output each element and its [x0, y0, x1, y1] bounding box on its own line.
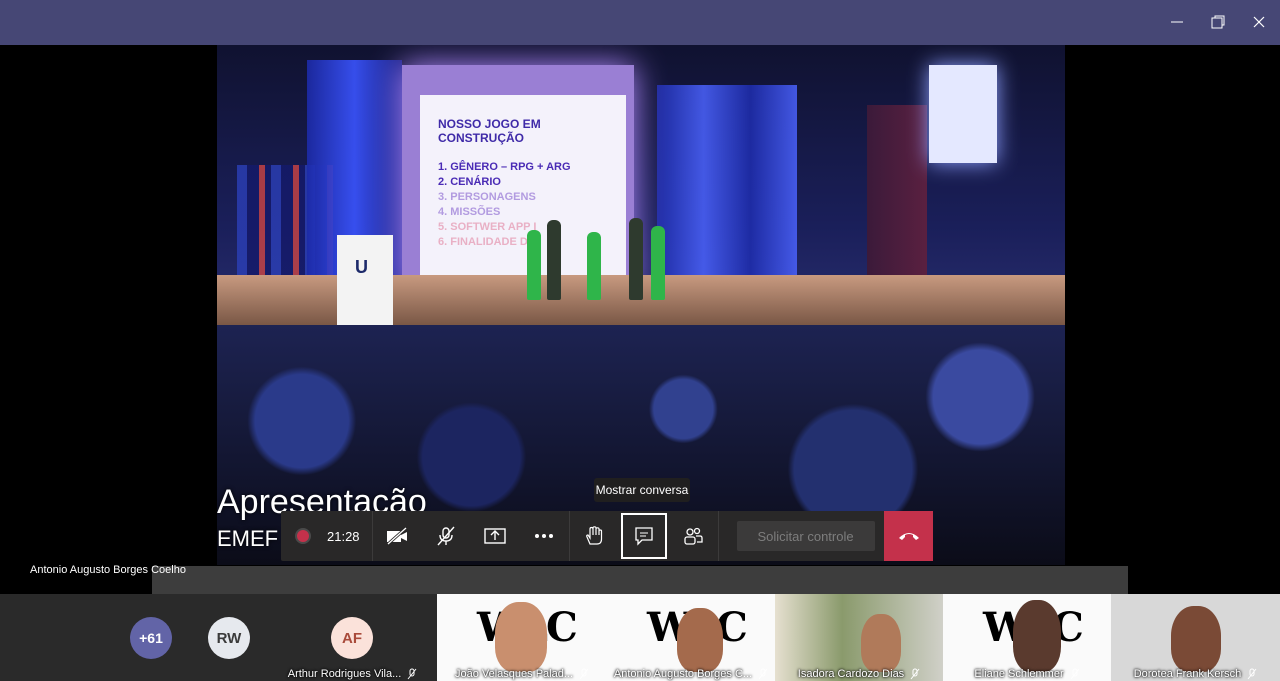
recording-icon	[295, 528, 311, 544]
participant-video	[677, 608, 723, 672]
participant-tile[interactable]: WLC Antonio Augusto Borges C...	[607, 594, 775, 681]
hang-up-icon	[898, 533, 919, 540]
podium-logo: U	[355, 257, 368, 277]
presenters-group	[517, 205, 687, 300]
participant-name: Dorotea Frank Kersch	[1111, 668, 1280, 680]
mic-off-icon	[910, 668, 920, 680]
title-bar	[0, 0, 1280, 45]
participant-name: Eliane Schlemmer	[943, 668, 1111, 680]
mic-off-icon	[579, 668, 589, 680]
participant-tile[interactable]: WLC João Velasques Palad...	[437, 594, 607, 681]
mic-off-icon	[1247, 668, 1257, 680]
close-icon[interactable]	[1244, 8, 1274, 36]
avatar: AF	[331, 617, 373, 659]
hang-up-button[interactable]	[884, 511, 933, 561]
participant-name: Arthur Rodrigues Vila...	[268, 668, 437, 680]
participant-video	[1171, 606, 1221, 672]
mic-off-icon	[758, 668, 768, 680]
raise-hand-button[interactable]	[570, 511, 619, 561]
participants-strip: +61 RW AF Arthur Rodrigues Vila... WLC J…	[0, 594, 1280, 681]
request-control-button[interactable]: Solicitar controle	[736, 521, 875, 551]
camera-off-button[interactable]	[373, 511, 422, 561]
restore-icon[interactable]	[1203, 8, 1233, 36]
raise-hand-icon	[586, 526, 603, 545]
more-icon	[535, 534, 554, 538]
slide-item: 2. CENÁRIO	[438, 176, 501, 188]
participants-icon	[684, 527, 703, 545]
video-strip-bar	[152, 566, 1128, 594]
participant-video	[495, 602, 547, 672]
meeting-toolbar: 21:28 Solicitar controle	[281, 511, 933, 561]
podium: U	[337, 235, 393, 327]
recording-timer: 21:28	[281, 511, 373, 561]
minimize-icon[interactable]	[1162, 8, 1192, 36]
side-screen	[929, 65, 997, 163]
participant-tile[interactable]: AF Arthur Rodrigues Vila...	[268, 594, 437, 681]
participant-name: Isadora Cardozo Dias	[775, 668, 943, 680]
slide-item: 1. GÊNERO – RPG + ARG	[438, 161, 571, 173]
more-options-button[interactable]	[520, 511, 569, 561]
presenter-name: Antonio Augusto Borges Coelho	[30, 564, 186, 576]
chat-tooltip: Mostrar conversa	[594, 478, 690, 502]
share-screen-icon	[484, 528, 506, 544]
meeting-stage: NOSSO JOGO EM CONSTRUÇÃO 1. GÊNERO – RPG…	[0, 45, 1280, 594]
curtain-right	[867, 105, 927, 275]
overflow-count[interactable]: +61	[130, 617, 172, 659]
mic-off-icon	[437, 526, 455, 546]
participant-tile[interactable]: WLC Eliane Schlemmer	[943, 594, 1111, 681]
participant-video	[1013, 600, 1061, 672]
slide-title: NOSSO JOGO EM CONSTRUÇÃO	[438, 117, 541, 145]
chat-icon	[634, 527, 653, 546]
mic-off-icon	[1070, 668, 1080, 680]
toolbar-divider	[717, 511, 719, 561]
caption-subtitle: EMEF	[217, 526, 279, 551]
avatar-group: +61 RW	[0, 594, 268, 681]
participant-name: João Velasques Palad...	[437, 668, 607, 680]
show-chat-button[interactable]	[620, 513, 667, 559]
call-duration: 21:28	[327, 528, 360, 544]
mic-off-icon	[407, 668, 417, 680]
participant-tile[interactable]: Isadora Cardozo Dias	[775, 594, 943, 681]
avatar[interactable]: RW	[208, 617, 250, 659]
camera-off-icon	[387, 527, 408, 545]
participant-name: Antonio Augusto Borges C...	[607, 668, 775, 680]
mic-off-button[interactable]	[422, 511, 471, 561]
slide-item: 3. PERSONAGENS	[438, 191, 536, 203]
participant-tile[interactable]: Dorotea Frank Kersch	[1111, 594, 1280, 681]
participants-button[interactable]	[669, 511, 718, 561]
share-button[interactable]	[471, 511, 520, 561]
participant-video	[861, 614, 901, 672]
